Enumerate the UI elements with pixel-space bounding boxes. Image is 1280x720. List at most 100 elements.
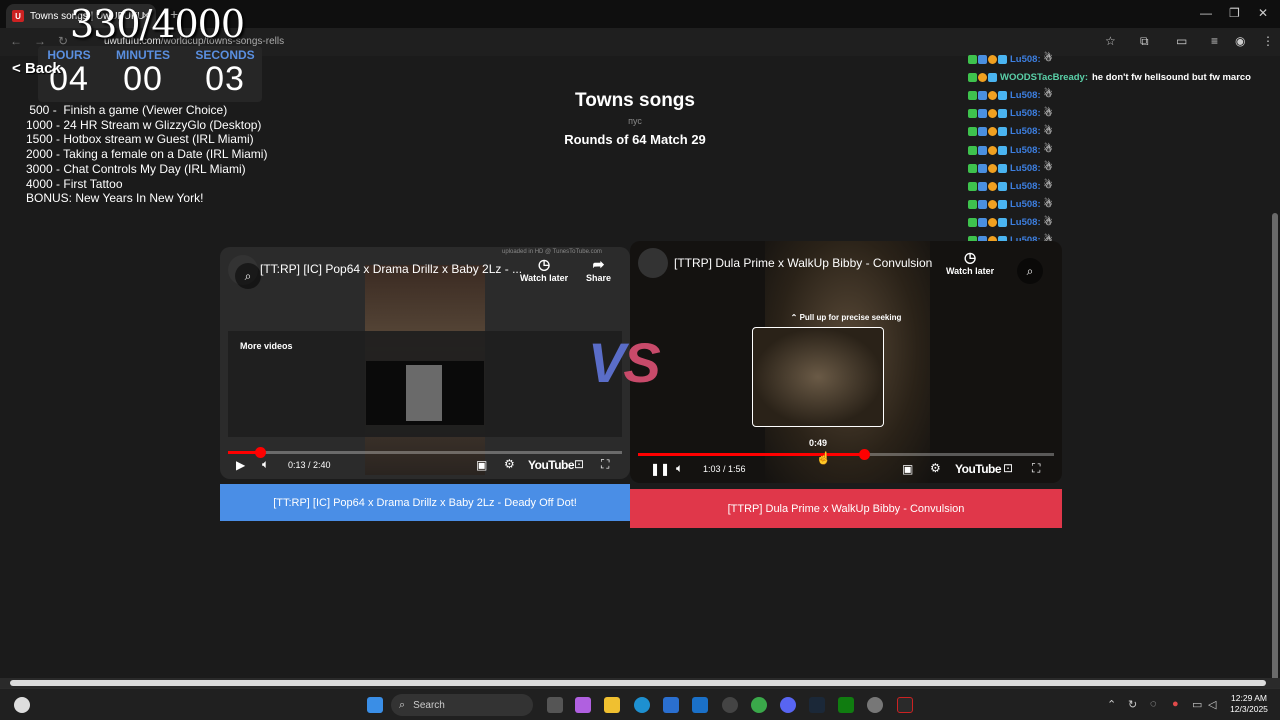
chat-badge-icon <box>978 90 987 100</box>
seek-hint: ⌃ Pull up for precise seeking <box>766 313 926 322</box>
right-watch-later[interactable]: ◷ Watch later <box>946 249 994 276</box>
share-icon: ➦ <box>592 256 605 272</box>
chat-badge-icon <box>968 218 977 228</box>
chat-message: Lu508:☃ <box>968 86 1268 104</box>
settings-gear-icon[interactable]: ⚙ <box>504 457 515 471</box>
widgets-icon[interactable] <box>14 697 30 713</box>
vote-left-button[interactable]: [TT:RP] [IC] Pop64 x Drama Drillz x Baby… <box>220 484 630 521</box>
cast-icon[interactable]: ⊡ <box>574 457 584 471</box>
zoom-icon[interactable]: ⌕ <box>1017 258 1043 284</box>
microsoft-store-icon[interactable] <box>663 697 679 713</box>
copilot-icon[interactable] <box>575 697 591 713</box>
versus-v: V <box>588 331 625 394</box>
play-icon[interactable]: ▶ <box>236 458 245 472</box>
extensions-icon[interactable]: ⧉ <box>1140 34 1149 49</box>
right-progress-bar[interactable] <box>638 449 1054 460</box>
chat-badge-icon <box>978 145 987 155</box>
chrome-icon[interactable] <box>751 697 767 713</box>
chat-message: Lu508:☃ <box>968 141 1268 159</box>
goals-list: 500 - Finish a game (Viewer Choice) 1000… <box>26 103 267 206</box>
taskbar-clock[interactable]: 12:29 AM 12/3/2025 <box>1222 693 1276 715</box>
volume-icon[interactable]: 🔈︎ <box>676 461 683 476</box>
vote-right-button[interactable]: [TTRP] Dula Prime x WalkUp Bibby - Convu… <box>630 489 1062 528</box>
left-progress-bar[interactable] <box>228 447 622 458</box>
chat-username[interactable]: Lu508: <box>1010 217 1041 228</box>
task-view-icon[interactable] <box>547 697 563 713</box>
left-watch-later[interactable]: ◷ Watch later <box>520 256 568 283</box>
epic-games-icon[interactable] <box>897 697 913 713</box>
chat-username[interactable]: Lu508: <box>1010 126 1041 137</box>
vertical-scroll-thumb[interactable] <box>1272 213 1278 720</box>
minimize-icon[interactable]: — <box>1200 6 1212 20</box>
cast-icon[interactable]: ⊡ <box>1003 461 1013 475</box>
discord-icon[interactable] <box>780 697 796 713</box>
captions-icon[interactable]: ▣ <box>902 462 913 476</box>
left-share[interactable]: ➦ Share <box>586 256 611 283</box>
back-nav-icon[interactable]: ← <box>10 34 22 48</box>
seconds-value: 03 <box>205 60 245 98</box>
vertical-scrollbar[interactable] <box>1270 58 1280 720</box>
chat-username[interactable]: Lu508: <box>1010 54 1041 65</box>
split-view-icon[interactable]: ▭ <box>1176 34 1187 48</box>
left-time: 0:13 / 2:40 <box>288 460 331 470</box>
tray-mic-icon[interactable]: ● <box>1172 698 1179 710</box>
channel-avatar[interactable] <box>638 248 668 278</box>
windows-taskbar: ⌕ Search ⌃ ↻ ◌ ● ▭ ◁ 12:29 AM 12/3/2025 <box>0 688 1280 720</box>
youtube-logo[interactable]: YouTube <box>955 462 1002 476</box>
tray-chevron-up-icon[interactable]: ⌃ <box>1107 698 1116 711</box>
bookmark-star-icon[interactable]: ☆ <box>1105 34 1116 48</box>
zoom-icon[interactable]: ⌕ <box>235 263 261 289</box>
chat-emote-icon: ☃ <box>1043 53 1053 65</box>
more-videos-thumbnail[interactable] <box>366 361 484 425</box>
fullscreen-icon[interactable]: ⛶ <box>601 457 609 472</box>
taskbar-search[interactable]: ⌕ Search <box>391 694 533 716</box>
tray-display-icon[interactable]: ▭ <box>1192 698 1202 711</box>
start-windows-icon[interactable] <box>367 697 383 713</box>
file-explorer-icon[interactable] <box>604 697 620 713</box>
chat-badge-icon <box>988 145 997 155</box>
tray-network-icon[interactable]: ◌ <box>1150 698 1157 710</box>
goal-item: 2000 - Taking a female on a Date (IRL Mi… <box>26 147 268 162</box>
chevron-left-icon: < <box>12 60 21 77</box>
horizontal-scroll-thumb[interactable] <box>10 680 1266 686</box>
right-progress-knob[interactable] <box>858 449 870 460</box>
chat-emote-icon: ☃ <box>1043 144 1053 156</box>
horizontal-scrollbar[interactable] <box>0 678 1280 688</box>
edge-browser-icon[interactable] <box>634 697 650 713</box>
chat-badge-icon <box>998 127 1007 137</box>
restore-icon[interactable]: ❐ <box>1229 6 1240 20</box>
pause-icon[interactable]: ❚❚ <box>650 462 670 476</box>
chat-emote-icon: ☃ <box>1043 180 1053 192</box>
captions-icon[interactable]: ▣ <box>476 458 487 472</box>
menu-kebab-icon[interactable]: ⋮ <box>1262 34 1274 48</box>
youtube-logo[interactable]: YouTube <box>528 458 575 472</box>
right-video-title[interactable]: [TTRP] Dula Prime x WalkUp Bibby - Convu… <box>674 256 932 270</box>
back-label: Back <box>24 60 61 77</box>
fullscreen-icon[interactable]: ⛶ <box>1032 461 1040 476</box>
tray-speaker-icon[interactable]: ◁ <box>1208 698 1216 711</box>
tray-sync-icon[interactable]: ↻ <box>1128 698 1137 711</box>
chat-username[interactable]: WOODSTacBready: <box>1000 72 1088 83</box>
chat-username[interactable]: Lu508: <box>1010 145 1041 156</box>
chat-username[interactable]: Lu508: <box>1010 108 1041 119</box>
chat-username[interactable]: Lu508: <box>1010 199 1041 210</box>
obs-icon[interactable] <box>722 697 738 713</box>
chat-username[interactable]: Lu508: <box>1010 90 1041 101</box>
back-link[interactable]: < Back <box>12 60 61 77</box>
chat-username[interactable]: Lu508: <box>1010 163 1041 174</box>
left-video-title[interactable]: [TT:RP] [IC] Pop64 x Drama Drillz x Baby… <box>260 262 522 276</box>
xbox-icon[interactable] <box>838 697 854 713</box>
chat-badge-icon <box>978 163 987 173</box>
chat-username[interactable]: Lu508: <box>1010 181 1041 192</box>
settings-app-icon[interactable] <box>867 697 883 713</box>
steam-icon[interactable] <box>809 697 825 713</box>
outlook-icon[interactable] <box>692 697 708 713</box>
volume-icon[interactable]: 🔈︎ <box>262 457 269 472</box>
media-control-icon[interactable]: ≡ <box>1211 34 1218 48</box>
left-video-player[interactable]: uploaded in HD @ TunesToTube.com ⌕ [TT:R… <box>220 247 630 479</box>
close-window-icon[interactable]: ✕ <box>1258 6 1268 20</box>
watch-later-label: Watch later <box>520 273 569 283</box>
settings-gear-icon[interactable]: ⚙ <box>930 461 941 475</box>
profile-icon[interactable]: ◉ <box>1235 34 1245 48</box>
right-video-player[interactable]: [TTRP] Dula Prime x WalkUp Bibby - Convu… <box>630 241 1062 483</box>
